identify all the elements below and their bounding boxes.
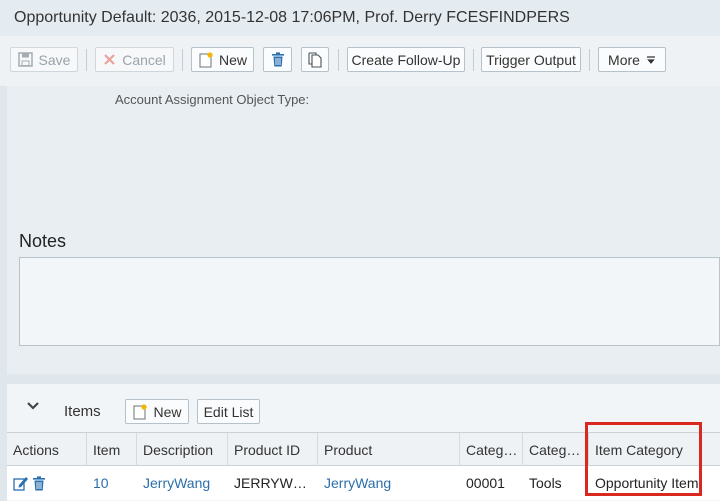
- column-header-category-1[interactable]: Categ…: [460, 433, 523, 467]
- copy-button[interactable]: [301, 47, 329, 72]
- trash-icon: [271, 52, 285, 67]
- more-button-label: More: [608, 51, 640, 68]
- delete-button[interactable]: [263, 47, 292, 72]
- cell-category-1: 00001: [466, 475, 505, 491]
- collapse-chevron-icon[interactable]: [26, 398, 40, 414]
- column-header-description[interactable]: Description: [137, 433, 228, 467]
- page-title: Opportunity Default: 2036, 2015-12-08 17…: [14, 9, 570, 26]
- toolbar-separator: [589, 49, 590, 71]
- cell-product[interactable]: JerryWang: [318, 466, 460, 500]
- create-followup-button-label: Create Follow-Up: [351, 51, 461, 68]
- toolbar-separator: [182, 49, 183, 71]
- column-header-product-id[interactable]: Product ID: [228, 433, 318, 467]
- items-title: Items: [64, 403, 101, 420]
- toolbar: Save Cancel New Create Follow-Up Trigger…: [0, 36, 720, 86]
- cell-item[interactable]: 10: [87, 466, 137, 500]
- toolbar-separator: [473, 49, 474, 71]
- column-header-actions[interactable]: Actions: [7, 433, 87, 467]
- copy-icon: [308, 51, 322, 68]
- create-followup-button[interactable]: Create Follow-Up: [347, 47, 465, 72]
- cell-product-id: JERRYW…: [234, 475, 307, 491]
- new-button-label: New: [219, 51, 248, 68]
- row-actions: [7, 466, 87, 500]
- notes-title: Notes: [19, 231, 67, 251]
- save-icon: [17, 52, 33, 67]
- new-document-icon: [132, 403, 148, 420]
- close-icon: [103, 53, 116, 66]
- more-button[interactable]: More: [598, 47, 666, 72]
- save-button-label: Save: [38, 51, 71, 68]
- items-new-button[interactable]: New: [125, 399, 189, 424]
- toolbar-separator: [86, 49, 87, 71]
- edit-icon[interactable]: [13, 475, 29, 491]
- new-button[interactable]: New: [191, 47, 254, 72]
- cancel-button-label: Cancel: [122, 51, 166, 68]
- cancel-button[interactable]: Cancel: [95, 47, 174, 72]
- column-header-product[interactable]: Product: [318, 433, 460, 467]
- cell-description[interactable]: JerryWang: [137, 466, 228, 500]
- new-document-icon: [198, 51, 213, 68]
- menu-caret-icon: [646, 55, 656, 64]
- edit-list-button[interactable]: Edit List: [197, 399, 260, 424]
- trigger-output-button[interactable]: Trigger Output: [481, 47, 581, 72]
- notes-textarea[interactable]: [19, 257, 720, 346]
- cell-category-2: Tools: [529, 475, 562, 491]
- account-assignment-object-type-label: Account Assignment Object Type:: [115, 92, 310, 107]
- trigger-output-button-label: Trigger Output: [486, 51, 576, 68]
- save-button[interactable]: Save: [10, 47, 78, 72]
- trash-icon[interactable]: [32, 475, 46, 491]
- column-header-item[interactable]: Item: [87, 433, 137, 467]
- column-header-category-2[interactable]: Categ…: [523, 433, 589, 467]
- title-bar: Opportunity Default: 2036, 2015-12-08 17…: [0, 0, 720, 36]
- highlight-box: [585, 422, 702, 496]
- items-new-button-label: New: [153, 403, 182, 420]
- edit-list-button-label: Edit List: [203, 403, 254, 420]
- toolbar-separator: [338, 49, 339, 71]
